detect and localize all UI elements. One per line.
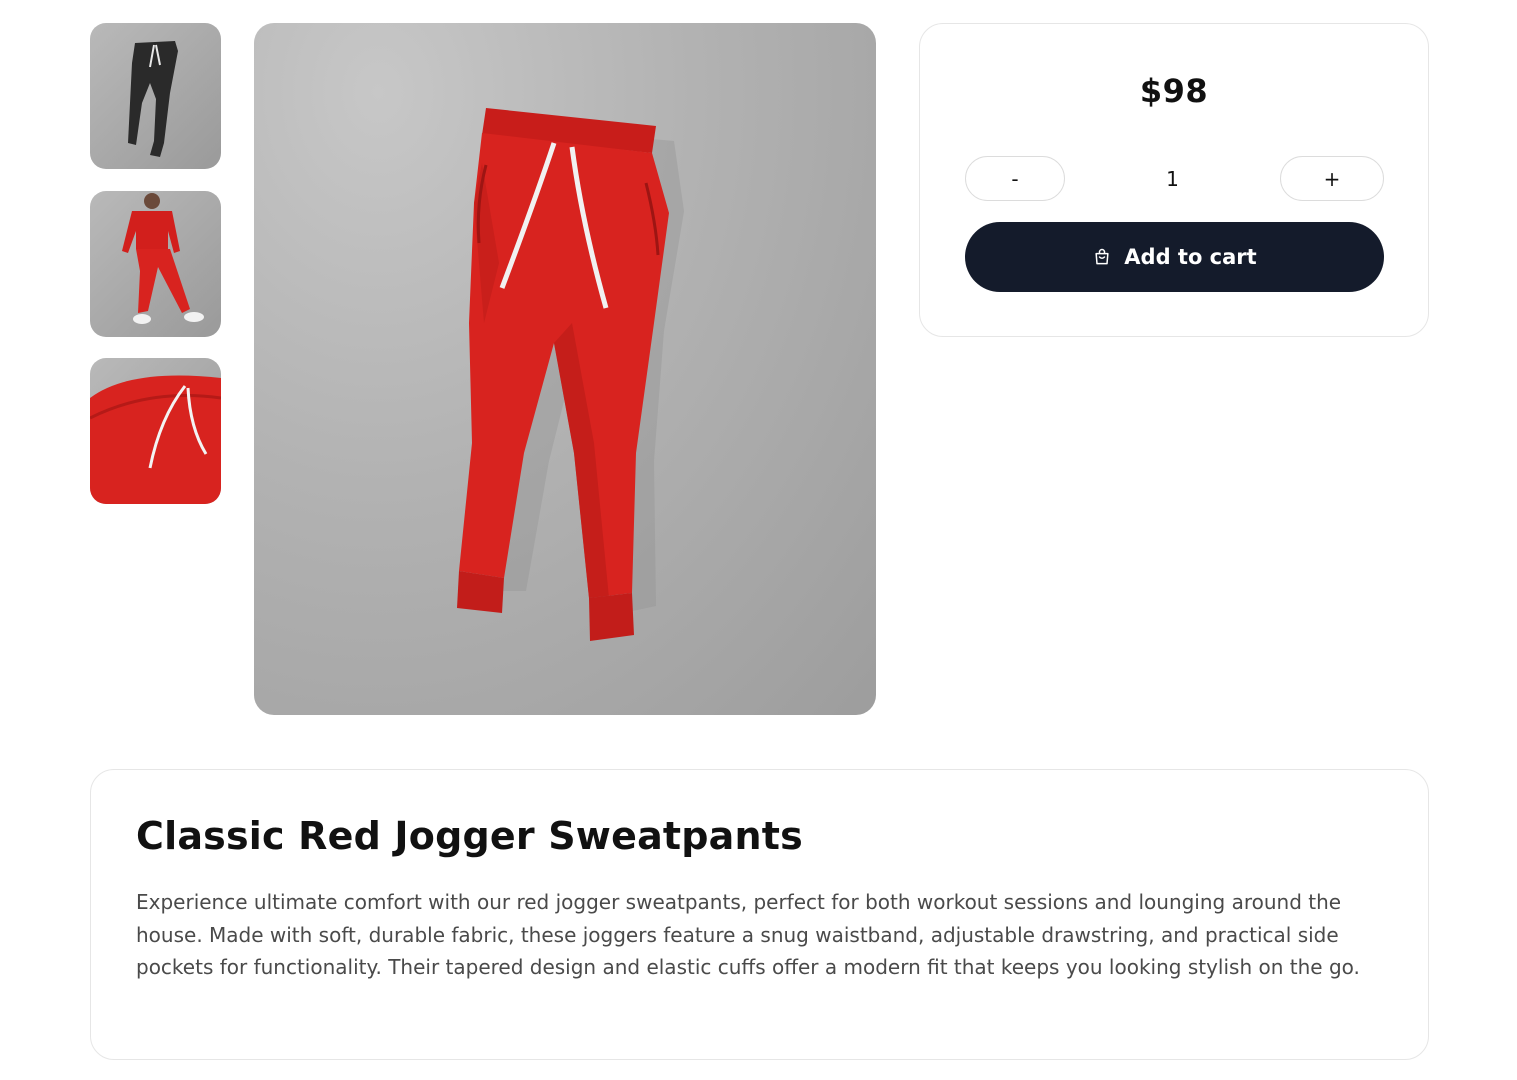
red-joggers-image (457, 108, 684, 641)
quantity-value: 1 (1166, 166, 1179, 191)
product-description: Experience ultimate comfort with our red… (136, 890, 1360, 979)
product-title: Classic Red Jogger Sweatpants (136, 814, 803, 858)
thumbnail-model-red-tracksuit[interactable] (90, 191, 221, 337)
model-red-tracksuit-image (122, 193, 204, 324)
black-joggers-image (128, 41, 178, 157)
product-description-card: Classic Red Jogger Sweatpants Experience… (90, 769, 1429, 1060)
quantity-increase-button[interactable]: + (1280, 156, 1384, 201)
main-product-image (254, 23, 876, 715)
thumbnail-waistband-closeup[interactable] (90, 358, 221, 504)
product-page: $98 - 1 + Add to cart Classic Red Jogger… (0, 0, 1517, 1080)
shopping-bag-icon (1095, 248, 1109, 265)
purchase-card: $98 - 1 + Add to cart (919, 23, 1429, 337)
add-to-cart-label: Add to cart (1124, 245, 1257, 269)
add-to-cart-button[interactable]: Add to cart (965, 222, 1384, 292)
thumbnail-black-joggers[interactable] (90, 23, 221, 169)
quantity-decrease-button[interactable]: - (965, 156, 1065, 201)
product-price: $98 (1139, 72, 1209, 110)
waistband-closeup-image (90, 375, 221, 504)
